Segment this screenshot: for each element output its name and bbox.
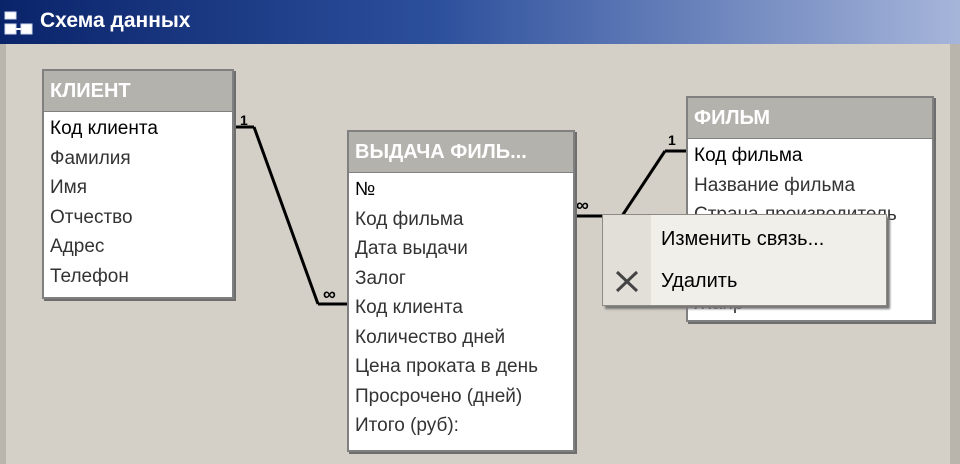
field-vydacha-kolichestvo-dney[interactable]: Количество дней [349, 323, 573, 353]
field-vydacha-data-vydachi[interactable]: Дата выдачи [349, 234, 573, 264]
field-vydacha-kod-klienta[interactable]: Код клиента [349, 293, 573, 323]
field-klient-imya[interactable]: Имя [44, 173, 232, 203]
field-klient-familiya[interactable]: Фамилия [44, 144, 232, 174]
field-klient-otchestvo[interactable]: Отчество [44, 203, 232, 233]
field-vydacha-prosrocheno[interactable]: Просрочено (дней) [349, 382, 573, 412]
field-film-kod-filma[interactable]: Код фильма [688, 141, 932, 171]
table-vydacha[interactable]: ВЫДАЧА ФИЛЬ... № Код фильма Дата выдачи … [347, 130, 575, 452]
cardinality-one-klient: 1 [240, 112, 248, 128]
window-border-right [950, 44, 960, 464]
field-klient-kod-klienta[interactable]: Код клиента [44, 114, 232, 144]
cardinality-many-vydacha-2: ∞ [576, 195, 589, 215]
menu-item-delete[interactable]: Удалить [603, 261, 886, 301]
field-vydacha-kod-filma[interactable]: Код фильма [349, 205, 573, 235]
field-vydacha-zalog[interactable]: Залог [349, 264, 573, 294]
field-klient-telefon[interactable]: Телефон [44, 262, 232, 292]
menu-item-edit-relation-label: Изменить связь... [661, 228, 825, 250]
relationships-icon [4, 11, 33, 35]
cardinality-one-film: 1 [668, 132, 676, 148]
window-border-left [0, 44, 6, 464]
table-klient-title[interactable]: КЛИЕНТ [44, 71, 232, 112]
field-film-nazvanie[interactable]: Название фильма [688, 171, 932, 201]
menu-item-edit-relation[interactable]: Изменить связь... [603, 219, 886, 259]
table-vydacha-title[interactable]: ВЫДАЧА ФИЛЬ... [349, 132, 573, 173]
menu-item-delete-label: Удалить [661, 270, 738, 292]
field-vydacha-tsena-prokata[interactable]: Цена проката в день [349, 352, 573, 382]
delete-icon [615, 270, 639, 293]
field-vydacha-itogo[interactable]: Итого (руб): [349, 411, 573, 441]
relation-context-menu: Изменить связь... Удалить [602, 214, 887, 306]
table-film-title[interactable]: ФИЛЬМ [688, 98, 932, 139]
title-bar: Схема данных [0, 0, 960, 44]
field-klient-adres[interactable]: Адрес [44, 232, 232, 262]
table-klient[interactable]: КЛИЕНТ Код клиента Фамилия Имя Отчество … [42, 69, 234, 299]
cardinality-many-vydacha: ∞ [323, 284, 336, 304]
window-title: Схема данных [40, 9, 191, 32]
field-vydacha-nomer[interactable]: № [349, 175, 573, 205]
